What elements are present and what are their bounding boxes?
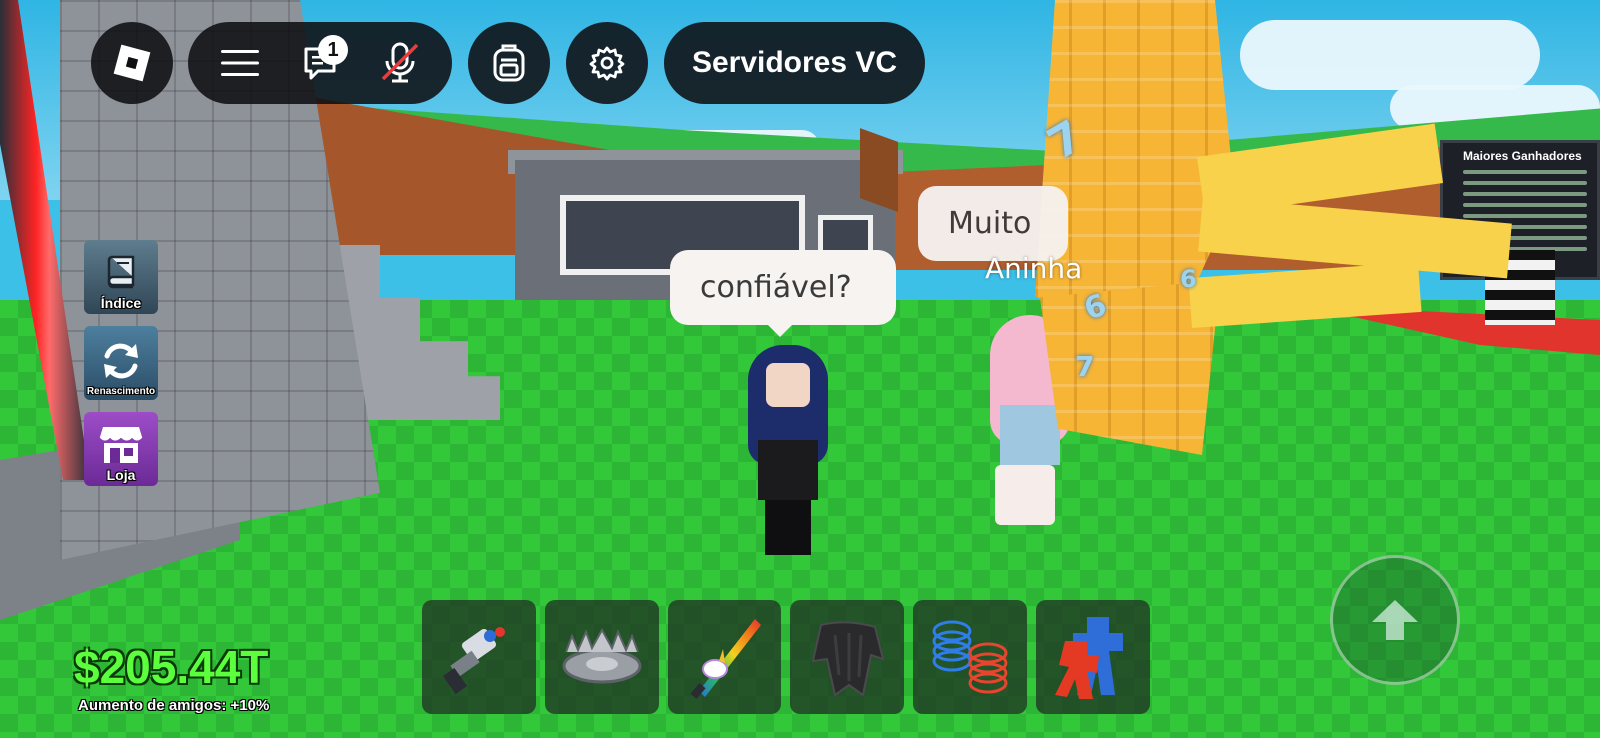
gadget-gun-icon bbox=[442, 627, 505, 695]
gear-icon bbox=[589, 46, 625, 81]
leaderboard-line bbox=[1463, 214, 1587, 218]
backpack-button[interactable] bbox=[468, 22, 550, 104]
hotbar bbox=[422, 600, 1150, 718]
book-icon bbox=[107, 255, 135, 289]
avatar-legs bbox=[995, 465, 1055, 525]
mic-button[interactable] bbox=[370, 33, 430, 93]
side-menu-loja-button[interactable]: Loja bbox=[84, 412, 158, 486]
microphone-muted-icon bbox=[381, 42, 419, 83]
top-bar-controls: 1 bbox=[188, 22, 452, 104]
roblox-menu-button[interactable] bbox=[91, 22, 173, 104]
refresh-icon bbox=[104, 343, 138, 379]
bear-trap-icon bbox=[562, 627, 642, 684]
leaderboard-line bbox=[1463, 203, 1587, 207]
money-counter: $205.44T bbox=[74, 641, 269, 693]
leaderboard-line bbox=[1463, 181, 1587, 185]
avatar-torso bbox=[758, 440, 818, 500]
building-sign bbox=[860, 128, 898, 212]
hotbar-slot-3[interactable] bbox=[667, 600, 782, 714]
chat-unread-badge: 1 bbox=[318, 35, 348, 65]
chat-bubble: confiável? bbox=[670, 250, 896, 337]
red-blue-figure-icon bbox=[1055, 617, 1124, 699]
player-name-tag: Aninha bbox=[985, 252, 1083, 285]
leaderboard-title: Maiores Ganhadores bbox=[1463, 149, 1582, 163]
dark-cloak-icon bbox=[812, 621, 885, 697]
arrow-up-icon bbox=[1372, 600, 1418, 640]
hotbar-slot-5[interactable] bbox=[913, 600, 1028, 714]
jump-button[interactable] bbox=[1330, 555, 1460, 685]
menu-button[interactable] bbox=[210, 33, 270, 93]
side-menu-renascimento-button[interactable]: Renascimento bbox=[84, 326, 158, 400]
side-menu-indice-button[interactable]: Índice bbox=[84, 240, 158, 314]
leaderboard-line bbox=[1463, 192, 1587, 196]
settings-button[interactable] bbox=[566, 22, 648, 104]
roblox-logo-icon bbox=[113, 44, 151, 82]
hotbar-slot-6[interactable] bbox=[1036, 600, 1150, 714]
chat-bubble: Muito bbox=[918, 186, 1068, 261]
shop-icon bbox=[99, 427, 143, 463]
hotbar-slot-1[interactable] bbox=[422, 600, 536, 714]
coil-springs-icon bbox=[932, 620, 1008, 694]
avatar-dark-hair bbox=[738, 345, 838, 555]
servidores-vc-button[interactable]: Servidores VC bbox=[664, 22, 925, 104]
avatar-face bbox=[766, 363, 810, 407]
seven-decal: 6 bbox=[1180, 265, 1197, 293]
backpack-icon bbox=[493, 44, 525, 82]
cloud bbox=[1240, 20, 1540, 90]
side-menu-label: Renascimento bbox=[86, 386, 156, 397]
avatar-legs bbox=[765, 500, 811, 555]
avatar-torso bbox=[1000, 405, 1060, 465]
hamburger-menu-icon bbox=[221, 50, 259, 76]
chat-button[interactable]: 1 bbox=[290, 33, 350, 93]
seven-decal: 7 bbox=[1075, 350, 1095, 383]
side-menu-label: Loja bbox=[106, 467, 136, 483]
hotbar-slot-2[interactable] bbox=[544, 600, 659, 714]
leaderboard-line bbox=[1463, 170, 1587, 174]
hotbar-slot-4[interactable] bbox=[790, 600, 905, 714]
friend-boost-text: Aumento de amigos: +10% bbox=[78, 697, 270, 714]
unicorn-rainbow-sword-icon bbox=[689, 619, 761, 699]
side-menu-label: Índice bbox=[100, 295, 142, 311]
